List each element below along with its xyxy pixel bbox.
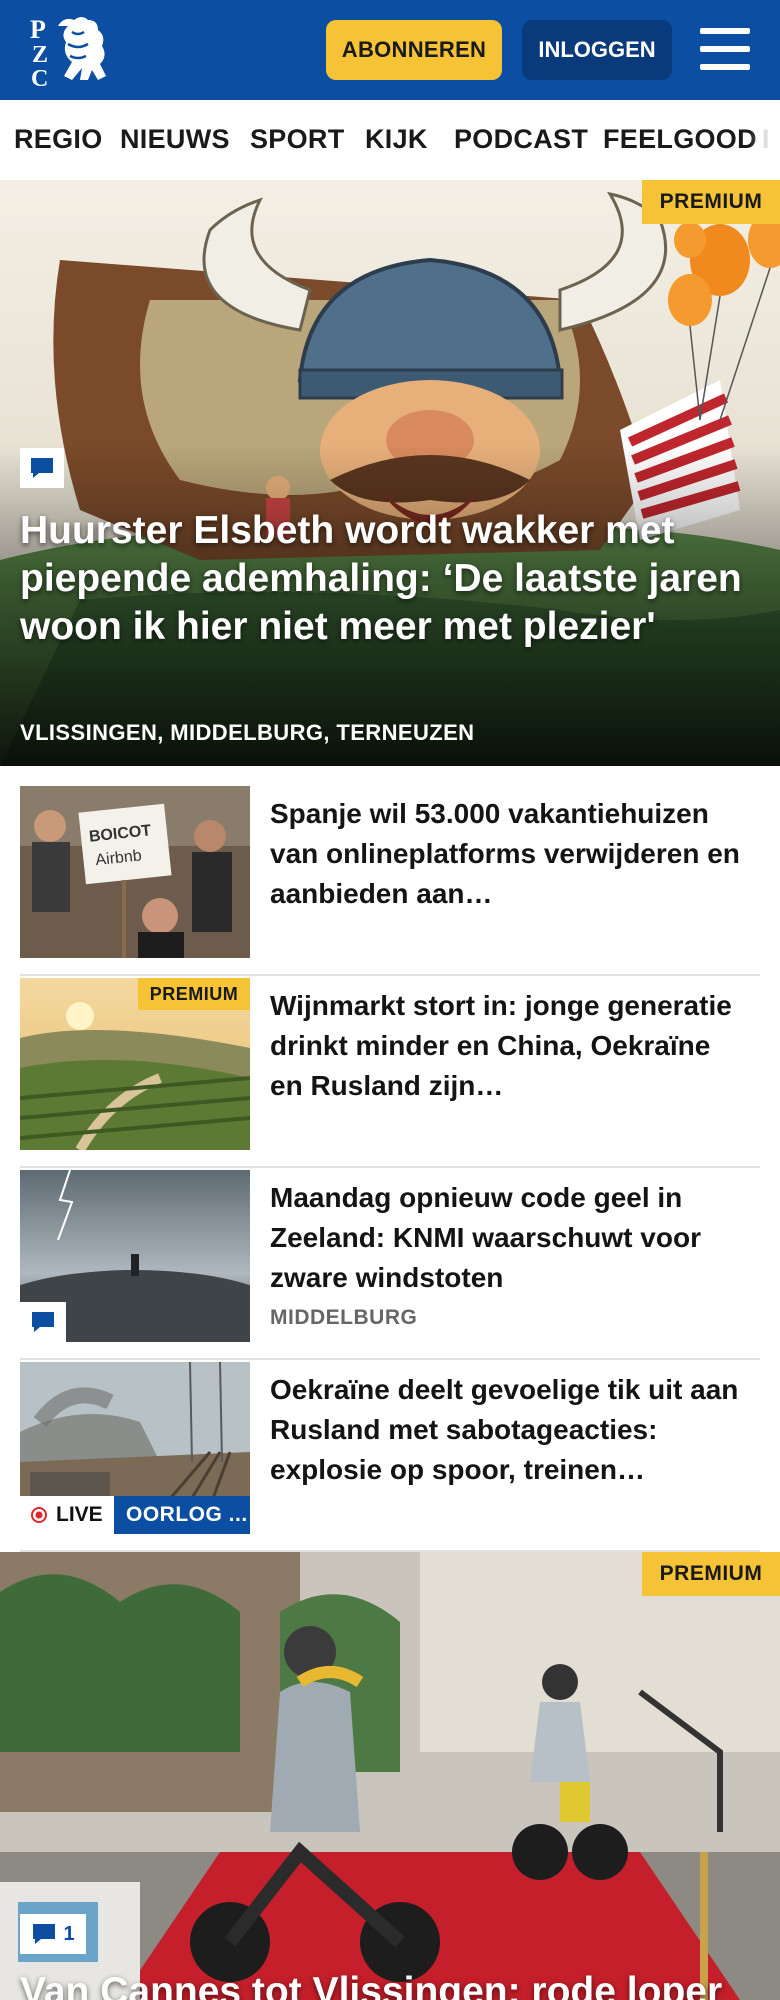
- hero-location: VLISSINGEN, MIDDELBURG, TERNEUZEN: [20, 720, 475, 745]
- category-tag[interactable]: OORLOG ...: [114, 1496, 250, 1534]
- hero-headline[interactable]: Huurster Elsbeth wordt wakker met piepen…: [20, 507, 760, 651]
- article-thumbnail: BOICOT Airbnb: [20, 786, 250, 958]
- login-button[interactable]: INLOGGEN: [522, 20, 672, 80]
- nav-fade: [750, 100, 780, 180]
- nav-item-sport[interactable]: SPORT: [250, 124, 345, 155]
- hero-article-2[interactable]: PREMIUM 1 Van Cannes tot Vlissingen: rod…: [0, 1552, 780, 2000]
- comment-icon: [20, 448, 64, 488]
- hero-illustration: [0, 180, 780, 766]
- article-thumbnail: PREMIUM: [20, 978, 250, 1150]
- article-headline[interactable]: Oekraïne deelt gevoelige tik uit aan Rus…: [270, 1370, 750, 1490]
- comment-count-badge: 1: [20, 1914, 86, 1954]
- article-headline[interactable]: Spanje wil 53.000 vakantiehui­zen van on…: [270, 794, 750, 914]
- list-item[interactable]: LIVE OORLOG ... Oekraïne deelt gevoelige…: [20, 1362, 760, 1552]
- svg-text:Z: Z: [32, 42, 48, 68]
- comment-count: 1: [63, 1922, 75, 1945]
- nav-item-feelgood[interactable]: FEELGOOD: [603, 124, 757, 155]
- list-item[interactable]: PREMIUM Wijnmarkt stort in: jonge genera…: [20, 978, 760, 1168]
- live-dot-icon: [31, 1507, 47, 1523]
- comment-icon: [20, 1302, 66, 1342]
- subscribe-button[interactable]: ABONNEREN: [326, 20, 502, 80]
- nav-item-nieuws[interactable]: NIEUWS: [120, 124, 230, 155]
- article-thumbnail: [20, 1170, 250, 1342]
- list-item[interactable]: BOICOT Airbnb Spanje wil 53.000 vakantie…: [20, 786, 760, 976]
- svg-text:P: P: [30, 15, 46, 44]
- nav-item-kijk[interactable]: KIJK: [365, 124, 428, 155]
- nav-item-podcast[interactable]: PODCAST: [454, 124, 588, 155]
- live-tag: LIVE OORLOG ...: [20, 1496, 250, 1534]
- pzc-logo[interactable]: P Z C: [28, 12, 114, 92]
- premium-badge: PREMIUM: [642, 180, 780, 224]
- hero2-headline[interactable]: Van Cannes tot Vlissingen: rode loper: [20, 1968, 780, 2000]
- top-bar: P Z C ABONNEREN INLOGGEN: [0, 0, 780, 100]
- nav-item-regio[interactable]: REGIO: [14, 124, 103, 155]
- live-text: LIVE: [56, 1503, 103, 1526]
- article-headline[interactable]: Wijnmarkt stort in: jonge generatie drin…: [270, 986, 750, 1106]
- hero2-photo: [0, 1552, 780, 2000]
- article-headline[interactable]: Maandag opnieuw code geel in Zeeland: KN…: [270, 1178, 750, 1298]
- comment-icon: [33, 1924, 56, 1944]
- article-thumbnail: LIVE OORLOG ...: [20, 1362, 250, 1534]
- menu-icon[interactable]: [700, 26, 752, 72]
- main-navigation: REGIO NIEUWS SPORT KIJK PODCAST FEELGOOD…: [0, 100, 780, 180]
- svg-text:C: C: [31, 66, 48, 88]
- article-location: MIDDELBURG: [270, 1306, 418, 1329]
- live-label: LIVE: [20, 1496, 114, 1534]
- hero-article[interactable]: PREMIUM Huurster Elsbeth wordt wakker me…: [0, 180, 780, 766]
- premium-badge: PREMIUM: [138, 978, 250, 1010]
- premium-badge: PREMIUM: [642, 1552, 780, 1596]
- list-item[interactable]: Maandag opnieuw code geel in Zeeland: KN…: [20, 1170, 760, 1360]
